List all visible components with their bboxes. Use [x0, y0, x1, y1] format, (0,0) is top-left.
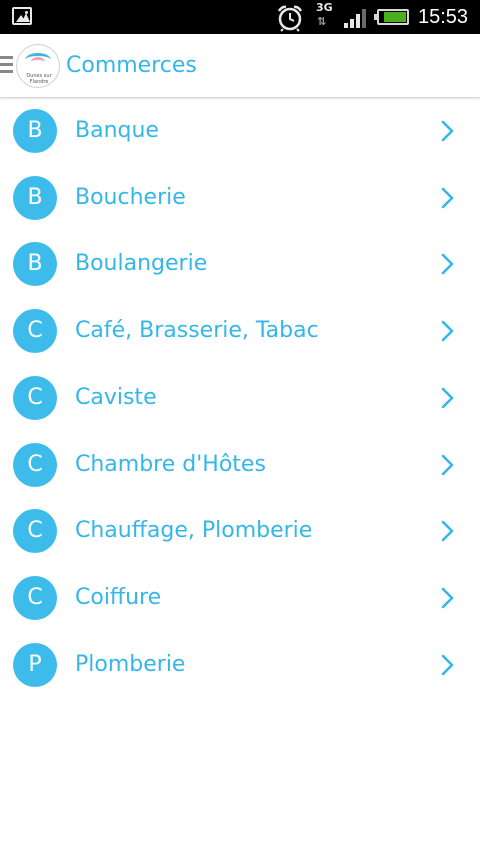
- network-3g-icon: 3G ⇅: [315, 2, 337, 32]
- letter-avatar: C: [13, 375, 57, 420]
- list-item[interactable]: B Boulangerie: [0, 231, 480, 297]
- network-arrows: ⇅: [317, 15, 327, 28]
- list-item[interactable]: B Boucherie: [0, 165, 480, 231]
- list-item-label: Chauffage, Plomberie: [75, 518, 313, 544]
- chevron-right-icon: [441, 520, 454, 542]
- letter-avatar: C: [13, 442, 57, 487]
- letter-avatar: C: [13, 575, 57, 620]
- battery-icon: [374, 9, 409, 25]
- letter-avatar: C: [13, 509, 57, 554]
- letter-avatar: B: [13, 242, 57, 287]
- chevron-right-icon: [441, 587, 454, 609]
- action-bar: Dunes sur Flandre Commerces: [0, 34, 480, 98]
- chevron-right-icon: [441, 120, 454, 142]
- list-item-label: Caviste: [75, 384, 157, 410]
- list-item-label: Chambre d'Hôtes: [75, 451, 266, 477]
- chevron-right-icon: [441, 654, 454, 675]
- chevron-right-icon: [441, 320, 454, 342]
- chevron-right-icon: [441, 254, 454, 275]
- list-item[interactable]: B Banque: [0, 98, 480, 164]
- network-type-label: 3G: [316, 1, 333, 14]
- letter-avatar: P: [13, 642, 57, 687]
- list-item-label: Café, Brasserie, Tabac: [75, 318, 319, 344]
- page-title: Commerces: [66, 53, 197, 78]
- list-item[interactable]: C Chambre d'Hôtes: [0, 432, 480, 498]
- gallery-notification-icon: [12, 7, 32, 25]
- list-item[interactable]: C Café, Brasserie, Tabac: [0, 298, 480, 364]
- app-logo-text: Dunes sur Flandre: [26, 73, 52, 85]
- drawer-menu-icon[interactable]: [0, 56, 14, 74]
- alarm-icon: [277, 5, 303, 32]
- list-item-label: Boucherie: [75, 184, 186, 210]
- status-time: 15:53: [418, 6, 469, 28]
- letter-avatar: B: [13, 175, 57, 220]
- list-item-label: Plomberie: [75, 651, 186, 677]
- signal-icon: [344, 8, 370, 28]
- chevron-right-icon: [441, 387, 454, 409]
- app-logo[interactable]: Dunes sur Flandre: [16, 44, 60, 88]
- list-item-label: Coiffure: [75, 584, 162, 610]
- status-bar: 3G ⇅ 15:53: [0, 0, 480, 34]
- letter-avatar: C: [13, 309, 57, 354]
- list-item-label: Boulangerie: [75, 251, 208, 277]
- chevron-right-icon: [441, 187, 454, 208]
- list-item[interactable]: C Chauffage, Plomberie: [0, 498, 480, 564]
- list-item-label: Banque: [75, 118, 159, 143]
- letter-avatar: B: [13, 109, 57, 153]
- list-item[interactable]: P Plomberie: [0, 632, 480, 698]
- list-item[interactable]: C Coiffure: [0, 565, 480, 631]
- list-item[interactable]: C Caviste: [0, 365, 480, 431]
- chevron-right-icon: [441, 454, 454, 475]
